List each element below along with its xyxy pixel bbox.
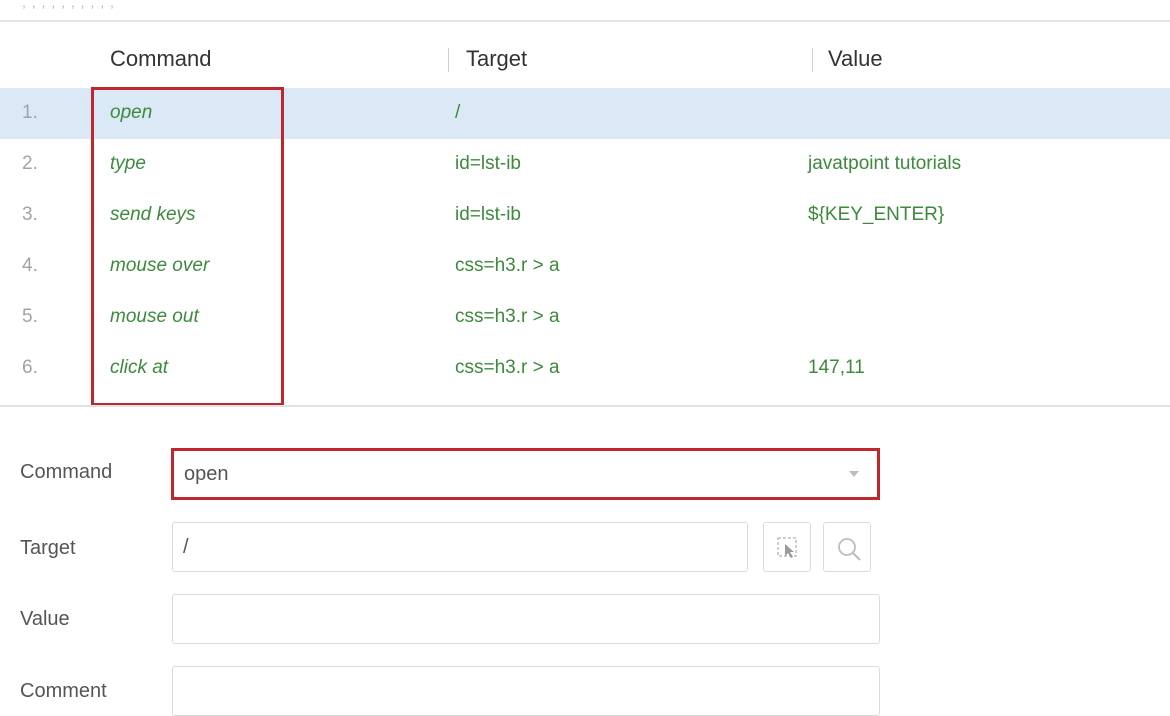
row-target: css=h3.r > a [455, 255, 560, 276]
table-row[interactable]: 6. click at css=h3.r > a 147,11 [0, 343, 1170, 394]
value-label: Value [20, 608, 70, 630]
row-command: send keys [110, 204, 196, 225]
row-target: id=lst-ib [455, 204, 521, 225]
command-select-value: open [184, 463, 229, 485]
comment-input[interactable] [172, 666, 880, 716]
target-input[interactable]: / [172, 522, 748, 572]
table-row[interactable]: 1. open / [0, 88, 1170, 139]
value-input[interactable] [172, 594, 880, 644]
row-target: css=h3.r > a [455, 306, 560, 327]
row-target: id=lst-ib [455, 153, 521, 174]
row-command: click at [110, 357, 169, 378]
cursor-select-icon [777, 537, 797, 558]
column-header-command[interactable]: Command [110, 46, 211, 72]
table-header: Command Target Value [0, 36, 1170, 86]
comment-label: Comment [20, 680, 107, 702]
row-number: 5. [22, 306, 38, 327]
row-target: / [455, 102, 461, 123]
chevron-down-icon[interactable] [849, 471, 859, 477]
column-divider [812, 48, 813, 72]
row-number: 1. [22, 102, 38, 123]
row-target: css=h3.r > a [455, 357, 560, 378]
row-number: 4. [22, 255, 38, 276]
find-target-button[interactable] [823, 522, 871, 572]
row-command: mouse over [110, 255, 210, 276]
row-number: 3. [22, 204, 38, 225]
target-label: Target [20, 537, 76, 559]
table-bottom-divider [0, 405, 1170, 407]
table-row[interactable]: 4. mouse over css=h3.r > a [0, 241, 1170, 292]
row-command: mouse out [110, 306, 199, 327]
row-command: open [110, 102, 153, 123]
table-row[interactable]: 2. type id=lst-ib javatpoint tutorials [0, 139, 1170, 190]
table-row[interactable]: 3. send keys id=lst-ib ${KEY_ENTER} [0, 190, 1170, 241]
select-target-button[interactable] [763, 522, 811, 572]
top-strip-text: , , , , , , , , , , [22, 0, 115, 10]
row-value: javatpoint tutorials [808, 153, 962, 174]
row-number: 6. [22, 357, 38, 378]
row-value: ${KEY_ENTER} [808, 204, 945, 225]
row-number: 2. [22, 153, 38, 174]
row-command: type [110, 153, 146, 174]
command-label: Command [20, 461, 113, 483]
top-toolbar-strip: , , , , , , , , , , [0, 0, 1170, 22]
column-header-target[interactable]: Target [466, 46, 527, 72]
row-value: 147,11 [808, 357, 865, 378]
search-icon [838, 538, 861, 561]
column-header-value[interactable]: Value [828, 46, 883, 72]
table-row[interactable]: 5. mouse out css=h3.r > a [0, 292, 1170, 343]
command-select[interactable]: open [171, 448, 880, 500]
target-input-value: / [183, 536, 189, 558]
column-divider [448, 48, 449, 72]
